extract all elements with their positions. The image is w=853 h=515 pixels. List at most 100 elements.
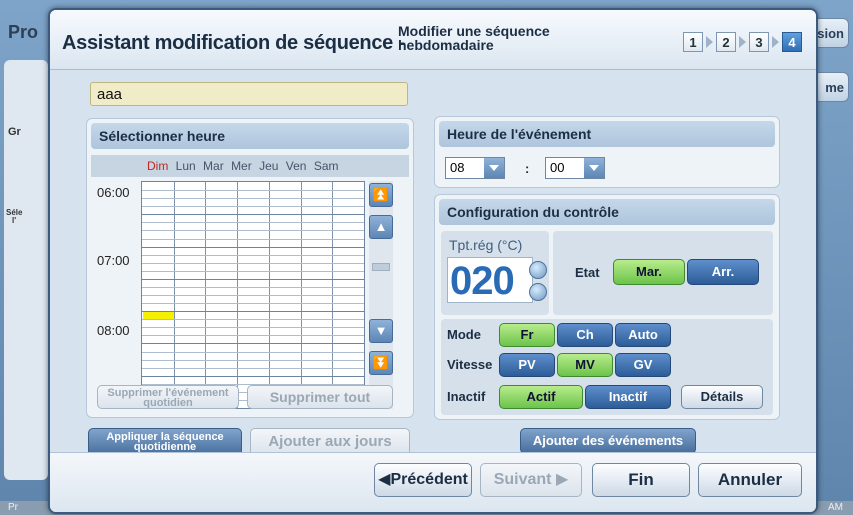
delete-daily-event-button[interactable]: Supprimer l'événement quotidien [97, 385, 239, 409]
time-separator: : [525, 161, 530, 176]
step-arrow-icon [739, 36, 746, 48]
scroll-bottom-icon[interactable]: ⏬ [369, 351, 393, 375]
previous-label: Précédent [390, 471, 468, 488]
mode-heat-button[interactable]: Ch [557, 323, 613, 347]
control-config-header: Configuration du contrôle [439, 199, 775, 225]
bg-side-panel [4, 60, 48, 480]
setpoint-label: Tpt.rég (°C) [449, 237, 523, 253]
step-4: 4 [782, 32, 802, 52]
mode-label: Mode [447, 327, 481, 342]
next-button[interactable]: Suivant ▶ [480, 463, 582, 497]
previous-button[interactable]: ◀Précédent [374, 463, 472, 497]
grid-row-line [142, 327, 364, 328]
speed-label: Vitesse [447, 357, 493, 372]
grid-scrollbar[interactable]: ⏫ ▲ ▼ ⏬ [369, 181, 393, 409]
time-label: 08:00 [97, 323, 130, 338]
scroll-up-icon[interactable]: ▲ [369, 215, 393, 239]
dialog-title: Assistant modification de séquence - [62, 32, 405, 54]
grid-row-line [142, 222, 364, 223]
idle-active-button[interactable]: Actif [499, 385, 583, 409]
state-on-button[interactable]: Mar. [613, 259, 685, 285]
grid-row-line [142, 303, 364, 304]
scroll-thumb[interactable] [372, 263, 390, 271]
event-time-panel: Heure de l'événement 08 : 00 [434, 116, 780, 188]
grid-row-line [142, 230, 364, 231]
event-time-header: Heure de l'événement [439, 121, 775, 147]
mode-cool-button[interactable]: Fr [499, 323, 555, 347]
setpoint-up-icon[interactable] [529, 261, 547, 279]
setpoint-value: 020 [447, 257, 533, 303]
state-off-button[interactable]: Arr. [687, 259, 759, 285]
state-label: Etat [575, 265, 600, 280]
time-label: 06:00 [97, 185, 130, 200]
step-arrow-icon [706, 36, 713, 48]
idle-label: Inactif [447, 389, 486, 404]
day-label-sun: Dim [147, 159, 169, 173]
grid-row-line [142, 190, 364, 191]
day-label-sat: Sam [313, 159, 339, 173]
step-3: 3 [749, 32, 769, 52]
grid-row-line [142, 352, 364, 353]
hour-select[interactable]: 08 [445, 157, 505, 179]
schedule-grid[interactable] [141, 181, 365, 409]
dialog-header: Assistant modification de séquence - Mod… [50, 10, 816, 70]
day-label-thu: Jeu [259, 159, 279, 173]
grid-row-line [142, 214, 364, 215]
grid-row-line [142, 376, 364, 377]
speed-high-button[interactable]: GV [615, 353, 671, 377]
selected-time-cell[interactable] [143, 312, 174, 319]
select-time-header: Sélectionner heure [91, 123, 409, 149]
step-arrow-icon [772, 36, 779, 48]
speed-low-button[interactable]: PV [499, 353, 555, 377]
scroll-top-icon[interactable]: ⏫ [369, 183, 393, 207]
bg-side-text: Gr [8, 126, 21, 138]
hour-value: 08 [450, 160, 465, 175]
speed-medium-button[interactable]: MV [557, 353, 613, 377]
day-label-mon: Lun [175, 159, 196, 173]
grid-row-line [142, 198, 364, 199]
dialog-subtitle: Modifier une séquence hebdomadaire [398, 23, 550, 53]
add-events-button[interactable]: Ajouter des événements [520, 428, 696, 454]
bg-title-fragment: Pro [8, 22, 39, 42]
day-label-wed: Mer [231, 159, 252, 173]
setpoint-down-icon[interactable] [529, 283, 547, 301]
grid-row-line [142, 360, 364, 361]
step-indicator: 1 2 3 4 [683, 32, 802, 52]
delete-all-button[interactable]: Supprimer tout [247, 385, 393, 409]
control-config-panel: Configuration du contrôle Tpt.rég (°C) 0… [434, 194, 780, 420]
idle-inactive-button[interactable]: Inactif [585, 385, 671, 409]
grid-row-line [142, 295, 364, 296]
cancel-button[interactable]: Annuler [698, 463, 802, 497]
grid-row-line [142, 311, 364, 312]
grid-row-line [142, 343, 364, 344]
next-label: Suivant [493, 471, 552, 488]
chevron-left-icon: ◀ [378, 471, 391, 488]
mode-auto-button[interactable]: Auto [615, 323, 671, 347]
chevron-right-icon: ▶ [555, 471, 569, 488]
day-label-tue: Mar [203, 159, 224, 173]
grid-row-line [142, 263, 364, 264]
minute-select[interactable]: 00 [545, 157, 605, 179]
bg-status-right: AM [828, 502, 843, 513]
dialog-footer: ◀Précédent Suivant ▶ Fin Annuler [50, 452, 816, 512]
grid-row-line [142, 335, 364, 336]
scroll-down-icon[interactable]: ▼ [369, 319, 393, 343]
bg-side-text: l' [12, 216, 17, 225]
minute-value: 00 [550, 160, 565, 175]
grid-row-line [142, 319, 364, 320]
time-label: 07:00 [97, 253, 130, 268]
grid-row-line [142, 279, 364, 280]
grid-row-line [142, 255, 364, 256]
chevron-down-icon [484, 158, 504, 178]
grid-row-line [142, 239, 364, 240]
day-label-fri: Ven [285, 159, 307, 173]
select-time-panel: Sélectionner heure Dim Lun Mar Mer Jeu V… [86, 118, 414, 418]
step-2: 2 [716, 32, 736, 52]
schedule-wizard-dialog: Assistant modification de séquence - Mod… [48, 8, 818, 514]
finish-button[interactable]: Fin [592, 463, 690, 497]
details-button[interactable]: Détails [681, 385, 763, 409]
bg-status-left: Pr [8, 502, 18, 513]
schedule-name-field[interactable]: aaa [90, 82, 408, 106]
grid-row-line [142, 206, 364, 207]
grid-row-line [142, 247, 364, 248]
